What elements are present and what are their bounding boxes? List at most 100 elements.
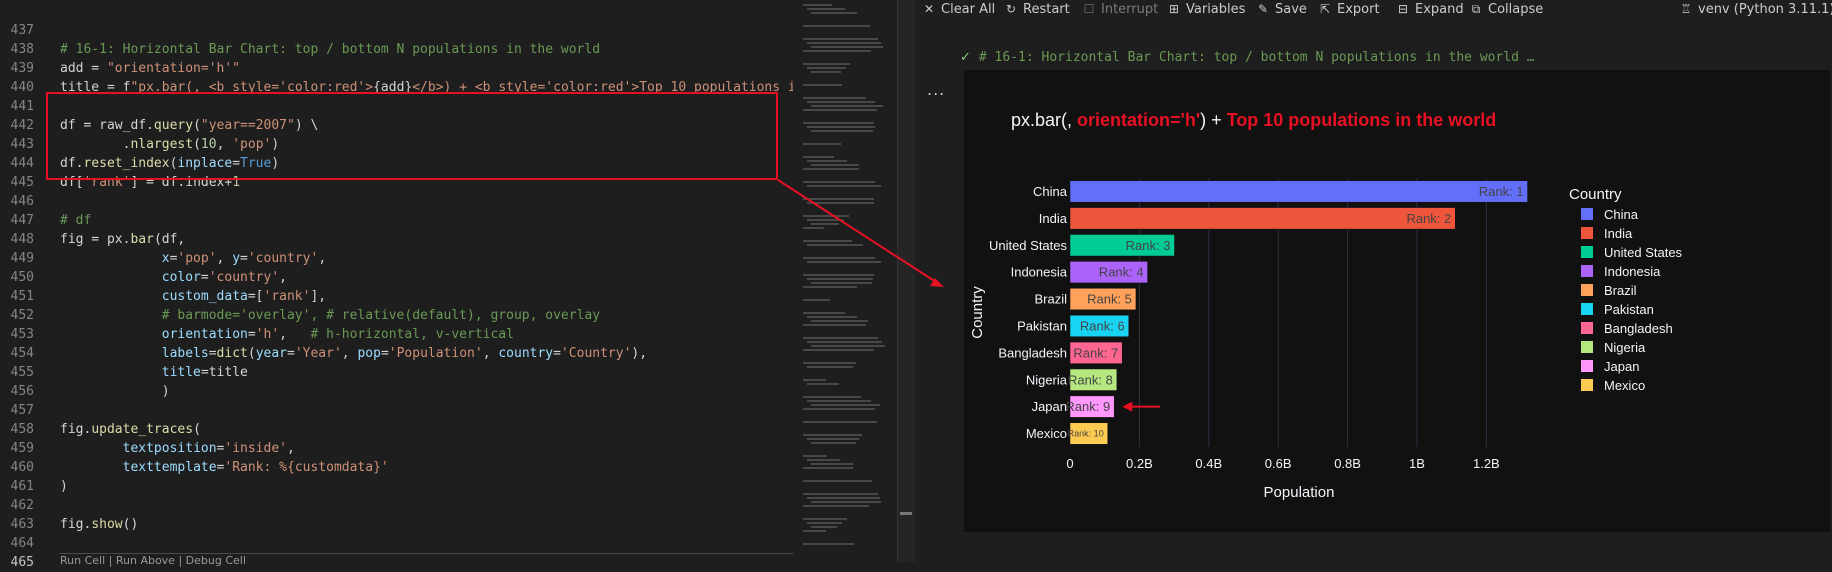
code-line[interactable]: 455 title=title: [0, 363, 793, 382]
line-number: 437: [10, 23, 34, 38]
line-number: 443: [10, 137, 34, 152]
line-number: 450: [10, 270, 34, 285]
code-line[interactable]: 454 labels=dict(year='Year', pop='Popula…: [0, 344, 793, 363]
bar-data-label: Rank: 3: [1126, 238, 1171, 253]
export-button[interactable]: ⇱ Export: [1317, 2, 1380, 17]
collapse-button[interactable]: ⧉ Collapse: [1468, 2, 1544, 17]
legend-swatch: [1581, 379, 1593, 391]
minimap-line: [803, 227, 824, 229]
interactive-toolbar: ✕ Clear All ↻ Restart ☐ Interrupt ⊞ Variable…: [915, 0, 1832, 20]
minimap-line: [811, 526, 838, 528]
code-line[interactable]: 459 textposition='inside',: [0, 439, 793, 458]
splitter-grip[interactable]: [900, 512, 912, 515]
code-line[interactable]: 453 orientation='h', # h-horizontal, v-v…: [0, 325, 793, 344]
bar-data-label: Rank: 1: [1479, 184, 1524, 199]
code-line[interactable]: 448 fig = px.bar(df,: [0, 230, 793, 249]
codelens-actions[interactable]: Run Cell | Run Above | Debug Cell: [60, 554, 246, 567]
minimap-line: [803, 84, 842, 86]
legend-item-united-states: United States: [1604, 245, 1683, 260]
code-text: # 16-1: Horizontal Bar Chart: top / bott…: [60, 42, 601, 57]
bar-data-label: Rank: 4: [1099, 265, 1144, 280]
restart-icon: ↻: [1005, 2, 1017, 16]
variables-button[interactable]: ⊞ Variables: [1166, 2, 1245, 17]
code-line[interactable]: 447 # df: [0, 211, 793, 230]
code-text: # barmode='overlay', # relative(default)…: [161, 308, 601, 323]
more-actions-icon[interactable]: ...: [927, 80, 945, 99]
code-line[interactable]: 457: [0, 401, 793, 420]
minimap-line: [803, 379, 827, 381]
minimap-line: [807, 400, 872, 402]
x-tick-label: 0.6B: [1265, 456, 1292, 471]
legend-item-indonesia: Indonesia: [1604, 264, 1661, 279]
title-red-text: Top 10 populations in the world: [1227, 110, 1497, 130]
minimap-line: [803, 337, 878, 339]
cell-header[interactable]: ✓ # 16-1: Horizontal Bar Chart: top / bot…: [960, 50, 1535, 65]
legend-swatch: [1581, 284, 1593, 296]
minimap-line: [803, 421, 877, 423]
expand-button[interactable]: ⊟ Expand: [1395, 2, 1464, 17]
expand-icon: ⊟: [1397, 2, 1409, 16]
minimap-line: [811, 442, 856, 444]
interrupt-button[interactable]: ☐ Interrupt: [1081, 2, 1159, 17]
legend-swatch: [1581, 360, 1593, 372]
code-text: title=title: [161, 365, 248, 380]
code-line[interactable]: 438 # 16-1: Horizontal Bar Chart: top / b…: [0, 40, 793, 59]
y-tick-label: China: [1033, 184, 1068, 199]
code-line[interactable]: 463 fig.show(): [0, 515, 793, 534]
save-button[interactable]: ✎ Save: [1255, 2, 1307, 17]
code-line[interactable]: 458 fig.update_traces(: [0, 420, 793, 439]
bar-data-label: Rank: 6: [1080, 319, 1125, 334]
code-text: fig = px.bar(df,: [60, 232, 186, 247]
minimap-line: [811, 105, 883, 107]
code-line[interactable]: 446: [0, 192, 793, 211]
minimap-line: [803, 408, 876, 410]
code-editor[interactable]: 437 438 # 16-1: Horizontal Bar Chart: top …: [0, 0, 804, 570]
minimap-line: [803, 274, 874, 276]
bar-data-label: Rank: 10: [1068, 429, 1104, 439]
code-line[interactable]: 451 custom_data=['rank'],: [0, 287, 793, 306]
bar-data-label: Rank: 5: [1087, 292, 1132, 307]
legend-title: Country: [1569, 186, 1622, 203]
legend-item-india: India: [1604, 226, 1633, 241]
line-number: 462: [10, 498, 34, 513]
code-line[interactable]: 452 # barmode='overlay', # relative(defa…: [0, 306, 793, 325]
code-line[interactable]: 461): [0, 477, 793, 496]
kernel-selector[interactable]: ♖ venv (Python 3.11.1): [1678, 2, 1832, 17]
line-number: 463: [10, 517, 34, 532]
code-line[interactable]: 449 x='pop', y='country',: [0, 249, 793, 268]
code-line[interactable]: 439 add = "orientation='h'": [0, 59, 793, 78]
minimap-line: [803, 286, 858, 288]
line-number: 460: [10, 460, 34, 475]
minimap-line: [803, 434, 863, 436]
code-line[interactable]: 460 texttemplate='Rank: %{customdata}': [0, 458, 793, 477]
code-line[interactable]: 464: [0, 534, 793, 553]
line-number: 452: [10, 308, 34, 323]
minimap[interactable]: [793, 0, 897, 562]
minimap-line: [807, 438, 860, 440]
minimap-line: [811, 501, 882, 503]
code-line[interactable]: 456 ): [0, 382, 793, 401]
minimap-line: [803, 455, 828, 457]
code-line[interactable]: 462: [0, 496, 793, 515]
clear-all-button[interactable]: ✕ Clear All: [921, 2, 995, 17]
bar-india: [1069, 207, 1456, 230]
code-line[interactable]: 437: [0, 21, 793, 40]
restart-button[interactable]: ↻ Restart: [1003, 2, 1070, 17]
minimap-line: [807, 522, 843, 524]
bar-data-label: Rank: 8: [1068, 372, 1113, 387]
minimap-line: [803, 299, 831, 301]
legend-swatch: [1581, 322, 1593, 334]
minimap-line: [803, 122, 875, 124]
code-text: textposition='inside',: [122, 441, 295, 456]
minimap-line: [803, 109, 878, 111]
line-number: 441: [10, 99, 34, 114]
pane-splitter[interactable]: [897, 0, 916, 562]
minimap-line: [803, 63, 851, 65]
code-text: texttemplate='Rank: %{customdata}': [122, 460, 389, 475]
bar-data-label: Rank: 7: [1073, 345, 1118, 360]
collapse-icon: ⧉: [1471, 2, 1481, 16]
variables-icon: ⊞: [1168, 2, 1180, 16]
code-line[interactable]: 450 color='country',: [0, 268, 793, 287]
legend-item-china: China: [1604, 207, 1639, 222]
y-tick-label: Mexico: [1026, 426, 1067, 441]
